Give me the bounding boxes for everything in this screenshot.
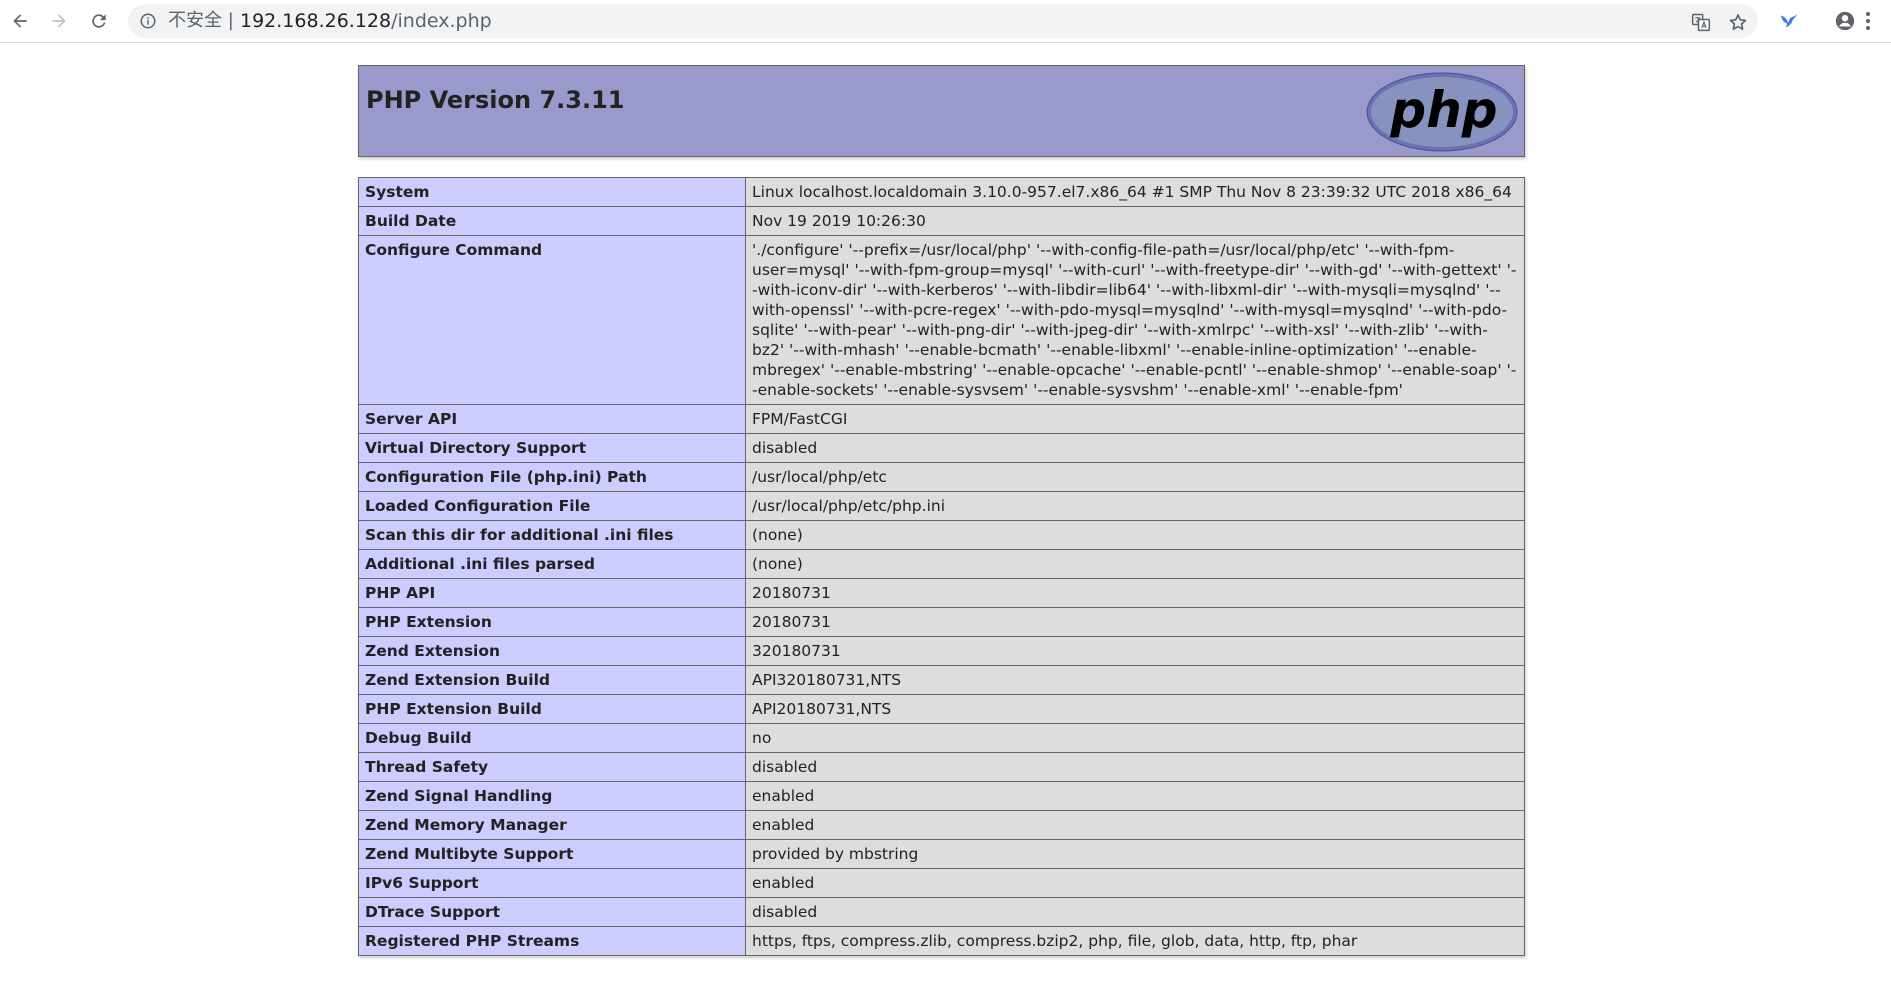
setting-value: enabled [745,781,1525,811]
setting-name: PHP Extension [358,607,746,637]
url-host: 192.168.26.128 [240,10,392,32]
setting-name: PHP Extension Build [358,694,746,724]
setting-name: Server API [358,404,746,434]
setting-value: disabled [745,752,1525,782]
setting-value: FPM/FastCGI [745,404,1525,434]
forward-button[interactable] [47,9,71,33]
setting-value: (none) [745,549,1525,579]
setting-value: enabled [745,810,1525,840]
setting-value: Linux localhost.localdomain 3.10.0-957.e… [745,177,1525,207]
setting-name: Scan this dir for additional .ini files [358,520,746,550]
table-row: Configure Command './configure' '--prefix… [358,235,1525,405]
info-table: System Linux localhost.localdomain 3.10.0… [358,177,1525,956]
security-label: 不安全 | [168,10,234,31]
table-row: PHP Extension 20180731 [358,607,1525,637]
table-row: PHP Extension Build API20180731,NTS [358,694,1525,724]
table-row: DTrace Support disabled [358,897,1525,927]
table-row: Scan this dir for additional .ini files(… [358,520,1525,550]
table-row: Zend Extension 320180731 [358,636,1525,666]
setting-value: (none) [745,520,1525,550]
table-row: Additional .ini files parsed (none) [358,549,1525,579]
setting-name: Zend Multibyte Support [358,839,746,869]
setting-value: API20180731,NTS [745,694,1525,724]
setting-name: Configure Command [358,235,746,405]
phpinfo-page: PHP Version 7.3.11 php System Linux local… [358,65,1525,956]
setting-name: Debug Build [358,723,746,753]
table-row: Zend Extension Build API320180731,NTS [358,665,1525,695]
php-logo[interactable]: php [1366,72,1518,152]
url-path: /index.php [391,10,492,32]
setting-name: Build Date [358,206,746,236]
setting-name: Zend Extension [358,636,746,666]
setting-name: Zend Extension Build [358,665,746,695]
setting-value: provided by mbstring [745,839,1525,869]
arrow-left-icon [13,14,27,28]
url-text[interactable]: 192.168.26.128/index.php [240,10,492,32]
table-row: Loaded Configuration File/usr/local/php/… [358,491,1525,521]
setting-name: Loaded Configuration File [358,491,746,521]
table-row: Virtual Directory Support disabled [358,433,1525,463]
setting-value: API320180731,NTS [745,665,1525,695]
setting-value: https, ftps, compress.zlib, compress.bzi… [745,926,1525,956]
setting-value: /usr/local/php/etc [745,462,1525,492]
browser-toolbar: 不安全 | 192.168.26.128/index.php [0,0,1891,43]
address-bar[interactable]: 不安全 | 192.168.26.128/index.php [128,4,1758,38]
setting-name: Virtual Directory Support [358,433,746,463]
php-version-header: PHP Version 7.3.11 php [358,65,1525,157]
setting-value: no [745,723,1525,753]
table-row: IPv6 Support enabled [358,868,1525,898]
setting-value: 320180731 [745,636,1525,666]
setting-value: Nov 19 2019 10:26:30 [745,206,1525,236]
back-button[interactable] [8,9,32,33]
table-row: Server API FPM/FastCGI [358,404,1525,434]
setting-value: disabled [745,433,1525,463]
setting-value: 20180731 [745,578,1525,608]
translate-icon[interactable] [1691,12,1711,32]
setting-name: Zend Memory Manager [358,810,746,840]
setting-value: 20180731 [745,607,1525,637]
table-row: PHP API 20180731 [358,578,1525,608]
setting-name: PHP API [358,578,746,608]
setting-value: enabled [745,868,1525,898]
setting-name: DTrace Support [358,897,746,927]
table-row: Zend Multibyte Support provided by mbstri… [358,839,1525,869]
table-row: Thread Safety disabled [358,752,1525,782]
table-row: Registered PHP Streams https, ftps, compr… [358,926,1525,956]
table-row: Zend Signal Handling enabled [358,781,1525,811]
table-row: Debug Build no [358,723,1525,753]
setting-name: Zend Signal Handling [358,781,746,811]
table-row: Zend Memory Manager enabled [358,810,1525,840]
setting-value: disabled [745,897,1525,927]
setting-value: './configure' '--prefix=/usr/local/php' … [745,235,1525,405]
info-icon[interactable] [139,12,157,30]
arrow-right-icon [52,14,66,28]
more-menu-icon[interactable] [1862,10,1874,32]
setting-name: System [358,177,746,207]
php-logo-text: php [1389,81,1497,139]
reload-icon [92,14,106,28]
setting-name: IPv6 Support [358,868,746,898]
setting-name: Registered PHP Streams [358,926,746,956]
reload-button[interactable] [87,9,111,33]
setting-name: Thread Safety [358,752,746,782]
table-row: System Linux localhost.localdomain 3.10.0… [358,177,1525,207]
page-title: PHP Version 7.3.11 [366,86,625,114]
table-row: Build Date Nov 19 2019 10:26:30 [358,206,1525,236]
star-icon[interactable] [1728,12,1748,32]
setting-name: Configuration File (php.ini) Path [358,462,746,492]
table-row: Configuration File (php.ini) Path/usr/lo… [358,462,1525,492]
extension-bird-icon[interactable] [1778,10,1800,32]
setting-name: Additional .ini files parsed [358,549,746,579]
account-icon[interactable] [1834,10,1856,32]
setting-value: /usr/local/php/etc/php.ini [745,491,1525,521]
